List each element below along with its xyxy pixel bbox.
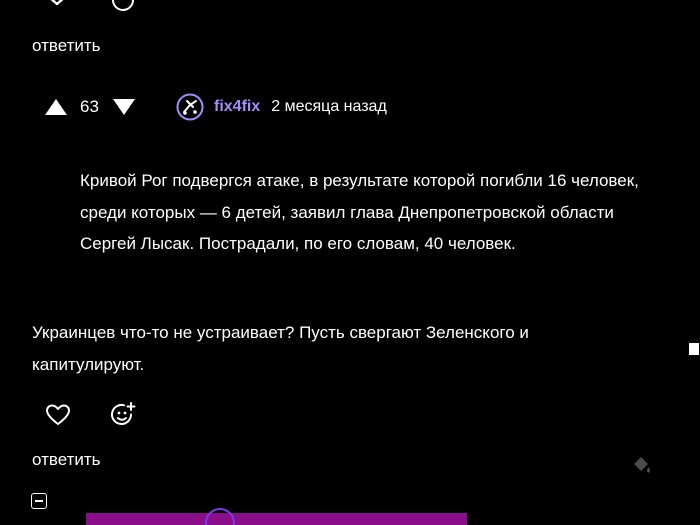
vote-count: 63 xyxy=(80,97,99,116)
previous-comment-actions xyxy=(44,0,136,14)
comment-body: Украинцев что-то не устраивает? Пусть св… xyxy=(32,323,529,374)
heart-icon[interactable] xyxy=(45,403,71,427)
reply-link-previous[interactable]: ответить xyxy=(32,36,101,56)
bottom-accent-bar xyxy=(86,513,467,525)
collapse-thread-icon[interactable] xyxy=(31,493,47,509)
scrollbar-thumb[interactable] xyxy=(689,343,699,355)
comment-thread-page: ответить 63 fix4fix 2 месяца назад Криво… xyxy=(0,0,700,525)
paint-bucket-icon[interactable] xyxy=(631,455,653,480)
emoji-add-icon[interactable] xyxy=(109,401,137,429)
comment-quote: Кривой Рог подвергся атаке, в результате… xyxy=(80,171,639,253)
avatar[interactable] xyxy=(176,93,204,121)
avatar-icon xyxy=(176,93,204,121)
comment-header: 63 fix4fix 2 месяца назад xyxy=(44,92,387,122)
comment-timestamp: 2 месяца назад xyxy=(271,98,387,115)
reply-link[interactable]: ответить xyxy=(32,450,101,470)
emoji-add-icon[interactable] xyxy=(110,0,136,13)
chevron-down-icon[interactable] xyxy=(44,0,70,10)
avatar-partial xyxy=(205,508,235,525)
upvote-triangle-icon[interactable] xyxy=(44,97,68,117)
downvote-triangle-icon[interactable] xyxy=(112,97,136,117)
comment-actions xyxy=(45,401,137,429)
comment-author[interactable]: fix4fix xyxy=(214,98,260,116)
